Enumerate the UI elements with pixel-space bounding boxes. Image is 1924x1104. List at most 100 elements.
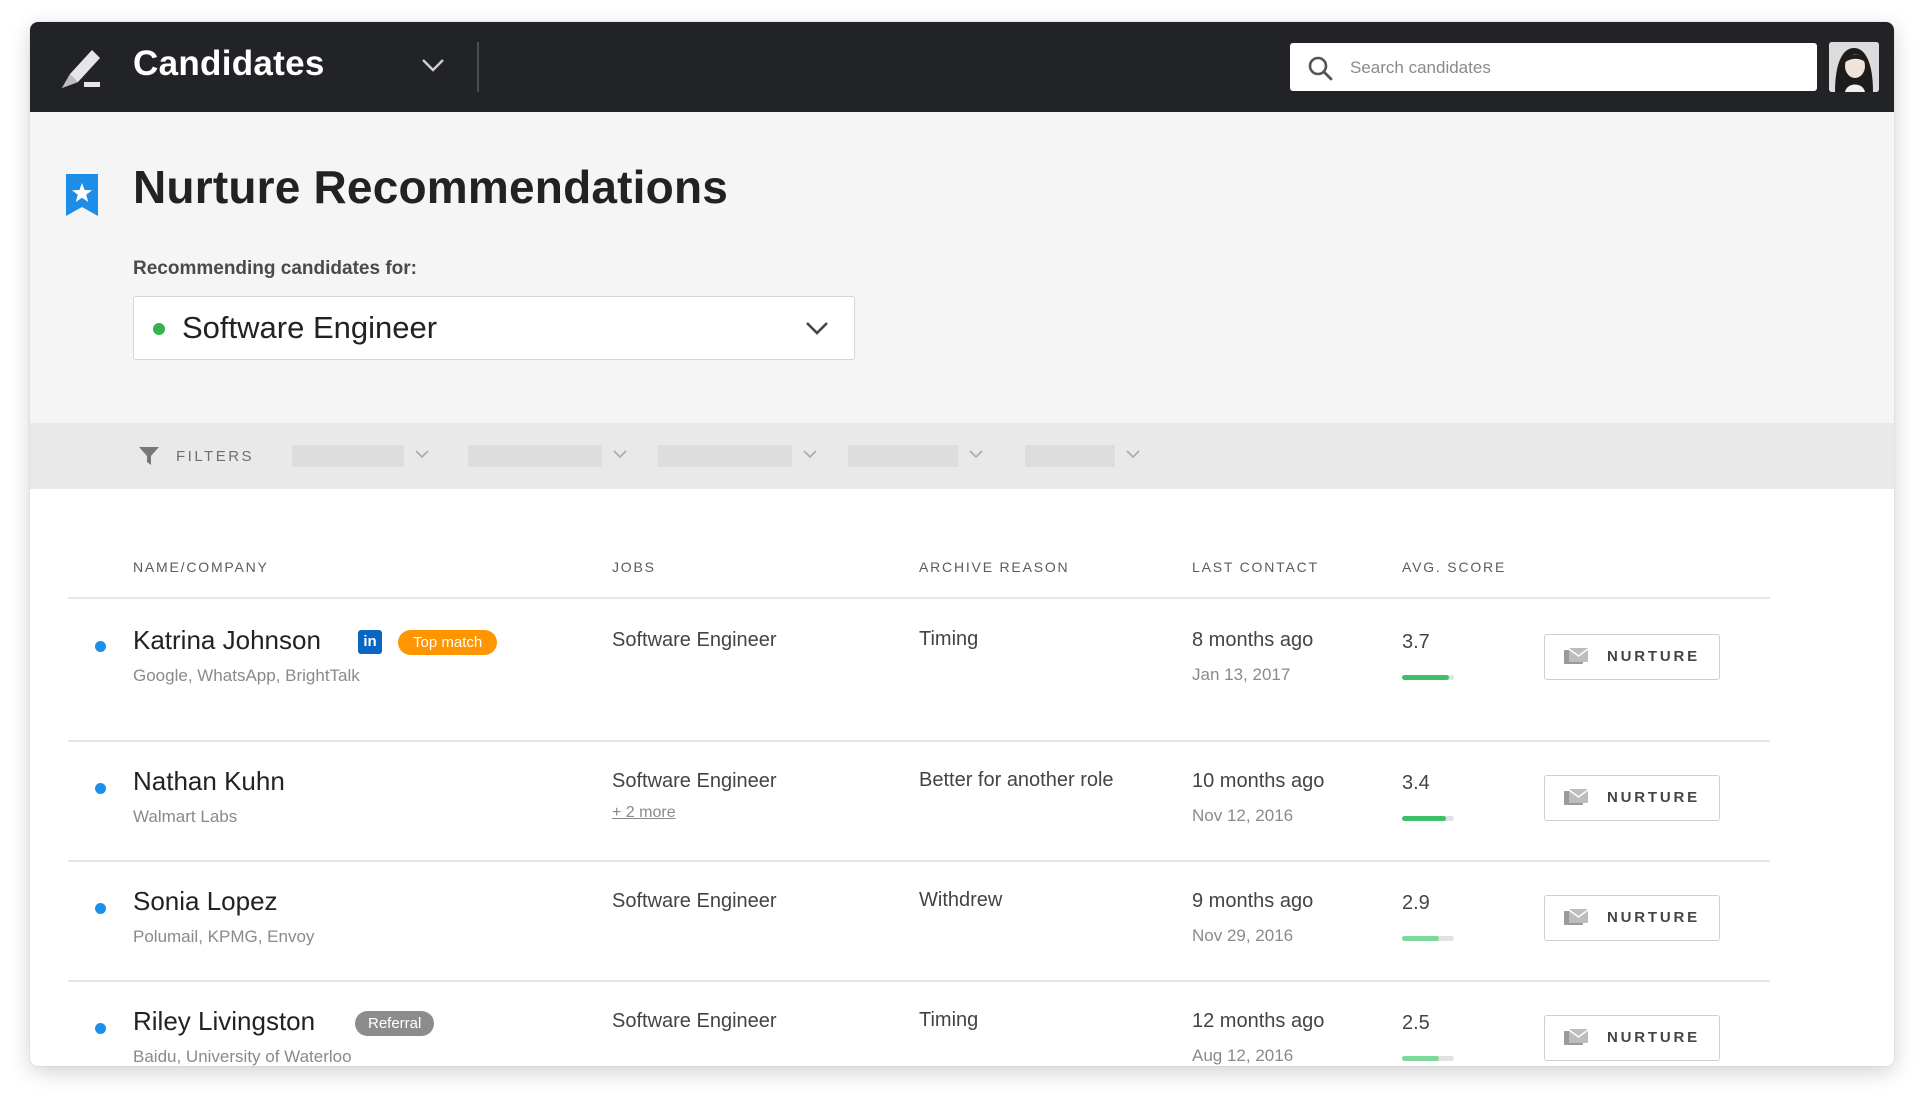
nurture-button[interactable]: NURTURE bbox=[1544, 1015, 1720, 1061]
star-bookmark-icon bbox=[66, 174, 98, 216]
top-bar: Candidates bbox=[30, 22, 1894, 112]
score-bar bbox=[1402, 816, 1454, 821]
job-select-value: Software Engineer bbox=[182, 310, 438, 345]
nav-divider bbox=[477, 42, 479, 92]
nurture-button[interactable]: NURTURE bbox=[1544, 634, 1720, 680]
nurture-label: NURTURE bbox=[1607, 909, 1700, 926]
avg-score: 3.7 bbox=[1402, 631, 1430, 653]
candidate-job: Software Engineer bbox=[612, 629, 777, 651]
chevron-down-icon[interactable] bbox=[420, 56, 446, 74]
recommending-label: Recommending candidates for: bbox=[133, 258, 417, 279]
column-header-last-contact[interactable]: LAST CONTACT bbox=[1192, 559, 1319, 575]
mail-icon bbox=[1564, 909, 1589, 925]
unread-dot bbox=[95, 1023, 106, 1034]
candidate-name[interactable]: Sonia Lopez bbox=[133, 886, 278, 917]
unread-dot bbox=[95, 783, 106, 794]
candidate-company: Baidu, University of Waterloo bbox=[133, 1047, 352, 1066]
column-header-archive-reason[interactable]: ARCHIVE REASON bbox=[919, 559, 1069, 575]
filter-dropdown-3[interactable] bbox=[658, 445, 818, 467]
candidate-name[interactable]: Nathan Kuhn bbox=[133, 766, 285, 797]
column-header-name-company[interactable]: NAME/COMPANY bbox=[133, 559, 269, 575]
job-status-dot bbox=[153, 323, 165, 335]
score-bar bbox=[1402, 936, 1454, 941]
nurture-label: NURTURE bbox=[1607, 1029, 1700, 1046]
last-contact-date: Nov 12, 2016 bbox=[1192, 806, 1294, 825]
candidate-job: Software Engineer bbox=[612, 1010, 777, 1032]
chevron-down-icon bbox=[1126, 450, 1140, 459]
candidate-company: Google, WhatsApp, BrightTalk bbox=[133, 666, 360, 685]
page-title: Nurture Recommendations bbox=[133, 161, 729, 213]
chevron-down-icon bbox=[806, 322, 828, 335]
avg-score: 2.9 bbox=[1402, 892, 1430, 914]
search-icon bbox=[1308, 56, 1333, 81]
pencil-logo-icon[interactable] bbox=[60, 48, 102, 88]
app-title: Candidates bbox=[133, 44, 325, 83]
score-bar bbox=[1402, 675, 1454, 680]
score-bar-fill bbox=[1402, 1056, 1440, 1061]
chevron-down-icon bbox=[613, 450, 627, 459]
filter-placeholder bbox=[658, 445, 792, 467]
unread-dot bbox=[95, 903, 106, 914]
candidate-company: Polumail, KPMG, Envoy bbox=[133, 927, 315, 946]
search-box[interactable] bbox=[1290, 43, 1817, 93]
chevron-down-icon bbox=[969, 450, 983, 459]
mail-icon bbox=[1564, 789, 1589, 805]
unread-dot bbox=[95, 641, 106, 652]
filter-placeholder bbox=[468, 445, 602, 467]
filter-dropdown-2[interactable] bbox=[468, 445, 628, 467]
archive-reason: Withdrew bbox=[919, 889, 1003, 911]
candidate-job: Software Engineer bbox=[612, 890, 777, 912]
candidate-company: Walmart Labs bbox=[133, 807, 238, 826]
candidate-name[interactable]: Riley Livingston bbox=[133, 1006, 315, 1037]
archive-reason: Timing bbox=[919, 628, 979, 650]
score-bar bbox=[1402, 1056, 1454, 1061]
avatar[interactable] bbox=[1829, 42, 1879, 92]
archive-reason: Timing bbox=[919, 1009, 979, 1031]
search-input[interactable] bbox=[1348, 43, 1802, 93]
last-contact: 10 months ago bbox=[1192, 770, 1325, 792]
linkedin-icon[interactable]: in bbox=[358, 630, 382, 654]
archive-reason: Better for another role bbox=[919, 769, 1114, 791]
filters-label: FILTERS bbox=[176, 448, 255, 465]
score-bar-fill bbox=[1402, 936, 1440, 941]
filter-placeholder bbox=[292, 445, 404, 467]
user-avatar-icon bbox=[1829, 42, 1879, 92]
candidate-name[interactable]: Katrina Johnson bbox=[133, 625, 321, 656]
page-header: Nurture Recommendations Recommending can… bbox=[30, 112, 1894, 423]
table-row[interactable]: Nathan Kuhn Walmart Labs Software Engine… bbox=[30, 742, 1894, 862]
last-contact: 12 months ago bbox=[1192, 1010, 1325, 1032]
score-bar-fill bbox=[1402, 675, 1449, 680]
last-contact-date: Aug 12, 2016 bbox=[1192, 1046, 1294, 1065]
more-jobs-link[interactable]: + 2 more bbox=[612, 804, 676, 822]
nurture-label: NURTURE bbox=[1607, 648, 1700, 665]
referral-badge: Referral bbox=[355, 1011, 435, 1036]
filter-dropdown-1[interactable] bbox=[292, 445, 432, 467]
column-header-avg-score[interactable]: AVG. SCORE bbox=[1402, 559, 1506, 575]
last-contact-date: Nov 29, 2016 bbox=[1192, 926, 1294, 945]
last-contact: 9 months ago bbox=[1192, 890, 1314, 912]
table-row[interactable]: Riley Livingston Referral Baidu, Univers… bbox=[30, 982, 1894, 1066]
filter-icon[interactable] bbox=[138, 445, 160, 467]
filter-dropdown-5[interactable] bbox=[1025, 445, 1145, 467]
table-row[interactable]: Katrina Johnson in Top match Google, Wha… bbox=[30, 599, 1894, 719]
nurture-button[interactable]: NURTURE bbox=[1544, 895, 1720, 941]
score-bar-fill bbox=[1402, 816, 1447, 821]
avg-score: 2.5 bbox=[1402, 1012, 1430, 1034]
top-match-badge: Top match bbox=[398, 630, 498, 655]
chevron-down-icon bbox=[415, 450, 429, 459]
job-select[interactable]: Software Engineer bbox=[133, 296, 855, 360]
chevron-down-icon bbox=[803, 450, 817, 459]
mail-icon bbox=[1564, 1029, 1589, 1045]
filter-dropdown-4[interactable] bbox=[848, 445, 988, 467]
last-contact-date: Jan 13, 2017 bbox=[1192, 665, 1291, 684]
nurture-button[interactable]: NURTURE bbox=[1544, 775, 1720, 821]
last-contact: 8 months ago bbox=[1192, 629, 1314, 651]
filter-placeholder bbox=[848, 445, 958, 467]
filters-bar: FILTERS bbox=[30, 423, 1894, 489]
table-row[interactable]: Sonia Lopez Polumail, KPMG, Envoy Softwa… bbox=[30, 862, 1894, 982]
avg-score: 3.4 bbox=[1402, 772, 1430, 794]
filter-placeholder bbox=[1025, 445, 1115, 467]
mail-icon bbox=[1564, 648, 1589, 664]
app-window: Candidates Nurture R bbox=[30, 22, 1894, 1066]
column-header-jobs[interactable]: JOBS bbox=[612, 559, 656, 575]
